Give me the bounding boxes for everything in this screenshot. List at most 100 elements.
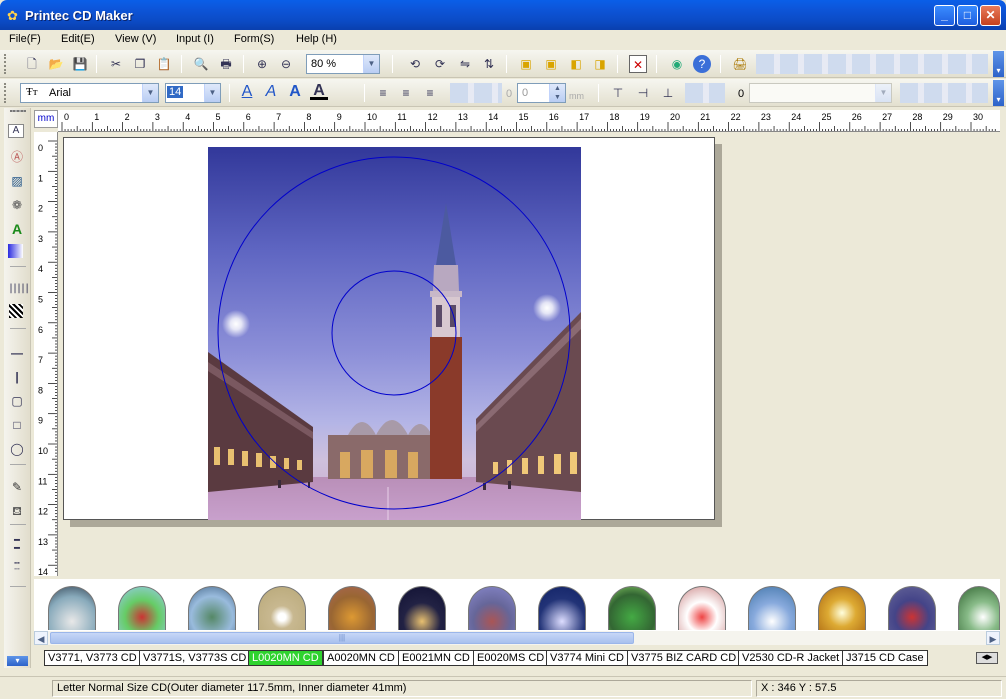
paste-icon[interactable]: 📋 (155, 55, 173, 73)
print-icon[interactable]: 🖶 (217, 55, 235, 73)
template-thumbnail[interactable] (468, 586, 516, 630)
toolbar-grip[interactable] (10, 110, 26, 112)
toolbar-overflow-icon[interactable]: ▾ (993, 80, 1004, 106)
fit-page-icon[interactable]: ✕ (629, 55, 647, 73)
cd-label-image[interactable] (208, 147, 581, 520)
flip-vertical-icon[interactable]: ⇅ (480, 55, 498, 73)
horizontal-line-icon[interactable]: — (8, 344, 26, 362)
ruler-unit[interactable]: mm (34, 110, 58, 128)
scroll-right-icon[interactable]: ▶ (986, 631, 1000, 645)
qr-code-icon[interactable] (9, 304, 23, 318)
tab-v3771s-v3773s[interactable]: V3771S, V3773S CD (139, 650, 251, 666)
rotate-left-icon[interactable]: ⟲ (406, 55, 424, 73)
menu-input[interactable]: Input (I) (176, 33, 214, 45)
template-thumbnail[interactable] (48, 586, 96, 630)
bring-front-icon[interactable]: ▣ (517, 55, 535, 73)
menu-view[interactable]: View (V) (115, 33, 156, 45)
chevron-down-icon[interactable]: ▼ (204, 84, 220, 102)
tab-v3774-mini[interactable]: V3774 Mini CD (546, 650, 628, 666)
open-folder-icon[interactable]: 📂 (47, 55, 65, 73)
copy-icon[interactable]: ❐ (131, 55, 149, 73)
image-icon[interactable]: ▨ (8, 172, 26, 190)
spacing-input[interactable]: 0 ▲ ▼ (517, 83, 566, 103)
template-thumbnail[interactable] (188, 586, 236, 630)
toolbar-grip[interactable] (4, 83, 7, 103)
help-icon[interactable]: ? (693, 55, 711, 73)
menu-help[interactable]: Help (H) (296, 33, 337, 45)
menu-edit[interactable]: Edit(E) (61, 33, 95, 45)
align-right-icon[interactable]: ≡ (421, 84, 439, 102)
text-italic-icon[interactable]: A (262, 83, 280, 101)
save-icon[interactable]: 💾 (71, 55, 89, 73)
tab-v2530-jacket[interactable]: V2530 CD-R Jacket (738, 650, 844, 666)
font-select[interactable]: Ŧт Arial ▼ (20, 83, 159, 103)
template-thumbnail[interactable] (538, 586, 586, 630)
close-button[interactable]: ✕ (980, 5, 1001, 26)
cut-icon[interactable]: ✂ (107, 55, 125, 73)
send-backward-icon[interactable]: ◨ (591, 55, 609, 73)
menu-file[interactable]: File(F) (9, 33, 41, 45)
toolbar-overflow-icon[interactable]: ▾ (7, 656, 28, 666)
tab-l0020mn[interactable]: L0020MN CD (248, 650, 323, 666)
text-bold-icon[interactable]: A (286, 83, 304, 101)
rotation-select[interactable]: ▼ (749, 83, 892, 103)
gradient-icon[interactable] (8, 244, 23, 258)
template-thumbnail[interactable] (818, 586, 866, 630)
rectangle-icon[interactable]: □ (8, 416, 26, 434)
rotate-right-icon[interactable]: ⟳ (431, 55, 449, 73)
template-thumbnail[interactable] (118, 586, 166, 630)
zoom-select[interactable]: 80 % ▼ (306, 54, 380, 74)
template-thumbnail[interactable] (958, 586, 1000, 630)
line-style-icon[interactable]: ┅ ┄ (8, 559, 26, 578)
toolbar-overflow-icon[interactable]: ▾ (993, 51, 1004, 77)
fill-bucket-icon[interactable]: ⛾ (8, 502, 26, 520)
tab-j3715-case[interactable]: J3715 CD Case (842, 650, 928, 666)
zoom-in-icon[interactable]: ⊕ (253, 55, 271, 73)
clipart-icon[interactable]: ❁ (8, 196, 26, 214)
rounded-rectangle-icon[interactable]: ▢ (8, 392, 26, 410)
tab-navigation-icon[interactable]: ◀▶ (976, 652, 998, 664)
scroll-left-icon[interactable]: ◀ (34, 631, 48, 645)
align-top-icon[interactable]: ⊤ (609, 84, 627, 102)
tab-e0021mn[interactable]: E0021MN CD (398, 650, 474, 666)
spin-icon[interactable]: ▲ ▼ (549, 84, 565, 102)
text-color-icon[interactable]: A (310, 82, 328, 100)
template-thumbnail[interactable] (398, 586, 446, 630)
align-left-icon[interactable]: ≡ (374, 84, 392, 102)
tab-v3771-v3773[interactable]: V3771, V3773 CD (44, 650, 141, 666)
template-thumbnail[interactable] (678, 586, 726, 630)
align-center-icon[interactable]: ≡ (397, 84, 415, 102)
print-preview-icon[interactable]: 🔍 (192, 55, 210, 73)
vertical-line-icon[interactable]: | (8, 368, 26, 386)
scrollbar-thumb[interactable]: ||| (50, 632, 634, 644)
web-icon[interactable]: ◉ (668, 55, 686, 73)
font-size-select[interactable]: 14 ▼ (165, 83, 221, 103)
chevron-down-icon[interactable]: ▼ (875, 84, 891, 102)
tab-e0020ms[interactable]: E0020MS CD (473, 650, 549, 666)
template-thumbnail[interactable] (888, 586, 936, 630)
flip-horizontal-icon[interactable]: ⇋ (456, 55, 474, 73)
bring-forward-icon[interactable]: ◧ (567, 55, 585, 73)
tab-v3775-biz-card[interactable]: V3775 BIZ CARD CD (627, 650, 741, 666)
template-thumbnail[interactable] (328, 586, 376, 630)
chevron-down-icon[interactable]: ▼ (142, 84, 158, 102)
chevron-down-icon[interactable]: ▼ (363, 55, 379, 73)
align-bottom-icon[interactable]: ⊥ (659, 84, 677, 102)
paper-canvas[interactable] (63, 137, 715, 520)
new-file-icon[interactable]: 🗋 (23, 55, 41, 73)
minimize-button[interactable]: _ (934, 5, 955, 26)
printer-setup-icon[interactable]: 🖨 (731, 55, 749, 73)
pen-color-icon[interactable]: ✎ (8, 478, 26, 496)
zoom-out-icon[interactable]: ⊖ (277, 55, 295, 73)
wordart-icon[interactable]: A (8, 220, 26, 238)
line-weight-icon[interactable]: ━ ━ (8, 536, 26, 554)
template-thumbnail[interactable] (608, 586, 656, 630)
text-underline-icon[interactable]: A (238, 83, 256, 101)
template-thumbnail[interactable] (258, 586, 306, 630)
toolbar-grip[interactable] (4, 54, 7, 74)
align-middle-icon[interactable]: ⊣ (634, 84, 652, 102)
maximize-button[interactable]: □ (957, 5, 978, 26)
menu-form[interactable]: Form(S) (234, 33, 274, 45)
template-thumbnail[interactable] (748, 586, 796, 630)
thumbnail-scrollbar[interactable]: ◀ ||| ▶ (34, 631, 1000, 645)
